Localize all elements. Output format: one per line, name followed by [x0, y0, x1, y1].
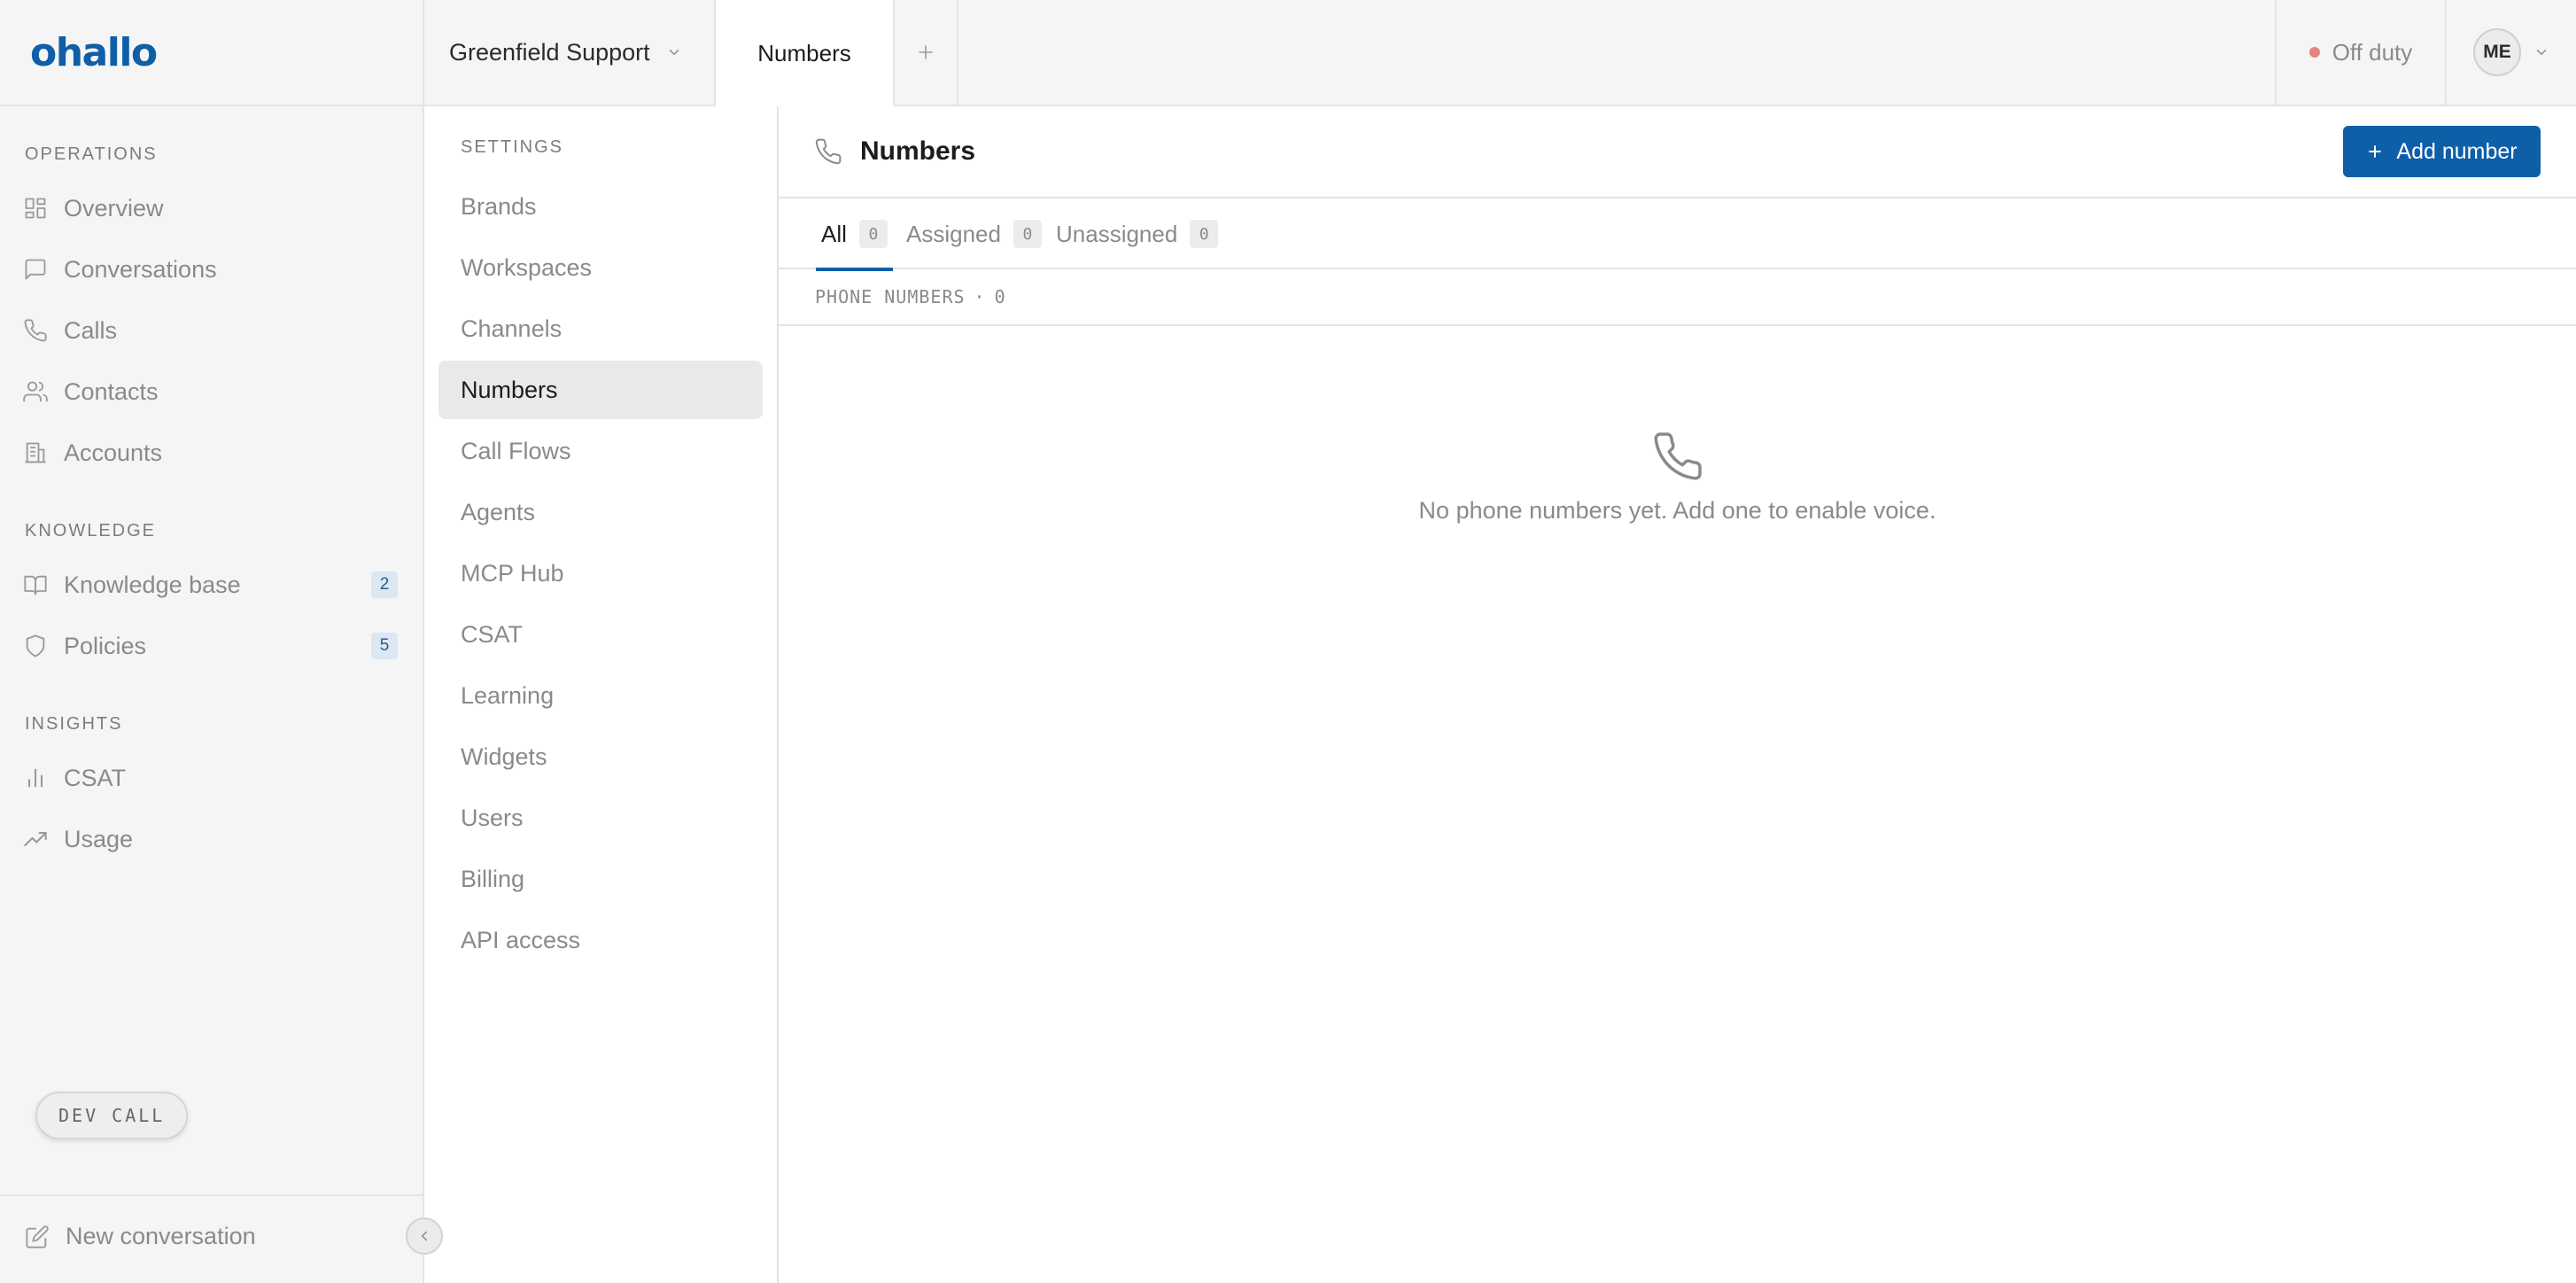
sidebar-item-conversations[interactable]: Conversations [0, 243, 423, 296]
tab-assigned[interactable]: Assigned 0 [906, 198, 1042, 269]
app-logo[interactable]: ohallo [30, 30, 158, 75]
new-tab-button[interactable] [895, 0, 958, 105]
bar-chart-icon [23, 766, 48, 790]
settings-item-workspaces[interactable]: Workspaces [438, 238, 763, 297]
shield-icon [23, 634, 48, 658]
sidebar-item-label: Contacts [64, 377, 159, 405]
new-conversation-label: New conversation [66, 1223, 256, 1249]
chat-icon [23, 257, 48, 282]
sidebar-item-policies[interactable]: Policies 5 [0, 619, 423, 673]
sidebar-item-label: Overview [64, 194, 164, 222]
edit-icon [25, 1225, 50, 1249]
section-label-insights: INSIGHTS [25, 714, 123, 734]
list-header-label: PHONE NUMBERS [815, 286, 966, 307]
settings-item-numbers[interactable]: Numbers [438, 361, 763, 419]
workspace-switcher[interactable]: Greenfield Support [424, 0, 716, 105]
tab-count: 0 [1013, 220, 1042, 248]
add-number-button[interactable]: Add number [2343, 126, 2541, 177]
sidebar-footer: New conversation [0, 1194, 423, 1283]
trending-up-icon [23, 827, 48, 851]
tab-label: Unassigned [1056, 220, 1178, 247]
workspace-name: Greenfield Support [449, 38, 650, 66]
empty-state: No phone numbers yet. Add one to enable … [779, 430, 2576, 525]
sidebar-item-label: Knowledge base [64, 571, 241, 598]
user-menu[interactable]: ME [2445, 0, 2576, 105]
sidebar-item-accounts[interactable]: Accounts [0, 426, 423, 479]
settings-item-widgets[interactable]: Widgets [438, 727, 763, 786]
section-label-knowledge: KNOWLEDGE [25, 521, 157, 540]
logo-area: ohallo [0, 0, 424, 105]
tab-count: 0 [1190, 220, 1219, 248]
sidebar-item-label: Conversations [64, 255, 217, 283]
sidebar-item-csat[interactable]: CSAT [0, 751, 423, 805]
sidebar-item-knowledge-base[interactable]: Knowledge base 2 [0, 558, 423, 611]
plus-icon [2366, 143, 2384, 160]
status-dot-icon [2308, 47, 2320, 58]
chevron-down-icon [666, 44, 682, 60]
page-header: Numbers [779, 106, 2576, 198]
tab-label: All [821, 220, 847, 247]
sidebar-item-contacts[interactable]: Contacts [0, 365, 423, 418]
sidebar-item-label: Policies [64, 632, 147, 659]
empty-state-text: No phone numbers yet. Add one to enable … [1418, 497, 1936, 524]
sidebar-item-usage[interactable]: Usage [0, 813, 423, 866]
tab-count: 0 [858, 220, 888, 248]
settings-item-learning[interactable]: Learning [438, 666, 763, 725]
list-header: PHONE NUMBERS · 0 [779, 269, 2576, 326]
settings-item-brands[interactable]: Brands [438, 177, 763, 236]
page-title: Numbers [860, 136, 976, 166]
dev-call-badge[interactable]: DEV CALL [35, 1092, 189, 1139]
settings-item-users[interactable]: Users [438, 789, 763, 847]
sidebar-item-label: Usage [64, 825, 134, 852]
section-label-operations: OPERATIONS [25, 144, 158, 164]
sidebar-item-label: CSAT [64, 764, 127, 791]
top-bar: ohallo Greenfield Support Numbers Off du… [0, 0, 2576, 106]
status-label: Off duty [2332, 38, 2413, 66]
top-bar-spacer [958, 0, 2275, 105]
building-icon [23, 440, 48, 465]
phone-icon [814, 137, 842, 166]
list-header-separator: · [974, 286, 986, 307]
add-number-label: Add number [2396, 138, 2518, 164]
phone-icon [23, 318, 48, 343]
settings-item-billing[interactable]: Billing [438, 850, 763, 908]
chevron-down-icon [2533, 44, 2549, 60]
settings-item-call-flows[interactable]: Call Flows [438, 422, 763, 480]
plus-icon [915, 42, 936, 63]
count-badge: 2 [371, 572, 398, 598]
tab-all[interactable]: All 0 [816, 198, 893, 271]
avatar: ME [2473, 28, 2521, 76]
chevron-left-icon [416, 1228, 432, 1244]
phone-icon [1651, 430, 1704, 483]
tab-numbers-label: Numbers [757, 39, 851, 66]
tab-numbers[interactable]: Numbers [716, 0, 895, 106]
sidebar-item-label: Calls [64, 316, 118, 344]
users-icon [23, 379, 48, 404]
count-badge: 5 [371, 633, 398, 659]
filter-tabs: All 0 Assigned 0 Unassigned 0 [779, 198, 2576, 271]
tab-unassigned[interactable]: Unassigned 0 [1056, 198, 1219, 269]
settings-section-label: SETTINGS [461, 137, 564, 157]
tab-label: Assigned [906, 220, 1001, 247]
settings-item-csat[interactable]: CSAT [438, 605, 763, 664]
grid-icon [23, 196, 48, 221]
list-header-count: 0 [994, 286, 1006, 307]
new-conversation-button[interactable]: New conversation [25, 1223, 256, 1250]
status-toggle[interactable]: Off duty [2275, 0, 2445, 105]
sidebar-item-label: Accounts [64, 439, 163, 466]
settings-nav: SETTINGS Brands Workspaces Channels Numb… [424, 106, 779, 1283]
collapse-sidebar-button[interactable] [406, 1217, 443, 1255]
settings-item-channels[interactable]: Channels [438, 299, 763, 358]
book-icon [23, 572, 48, 597]
settings-item-api-access[interactable]: API access [438, 911, 763, 969]
main-content: Numbers Add number All 0 Assigned 0 Unas… [779, 106, 2576, 1283]
sidebar-item-overview[interactable]: Overview [0, 182, 423, 235]
settings-item-agents[interactable]: Agents [438, 483, 763, 541]
settings-item-mcp-hub[interactable]: MCP Hub [438, 544, 763, 603]
sidebar-item-calls[interactable]: Calls [0, 304, 423, 357]
